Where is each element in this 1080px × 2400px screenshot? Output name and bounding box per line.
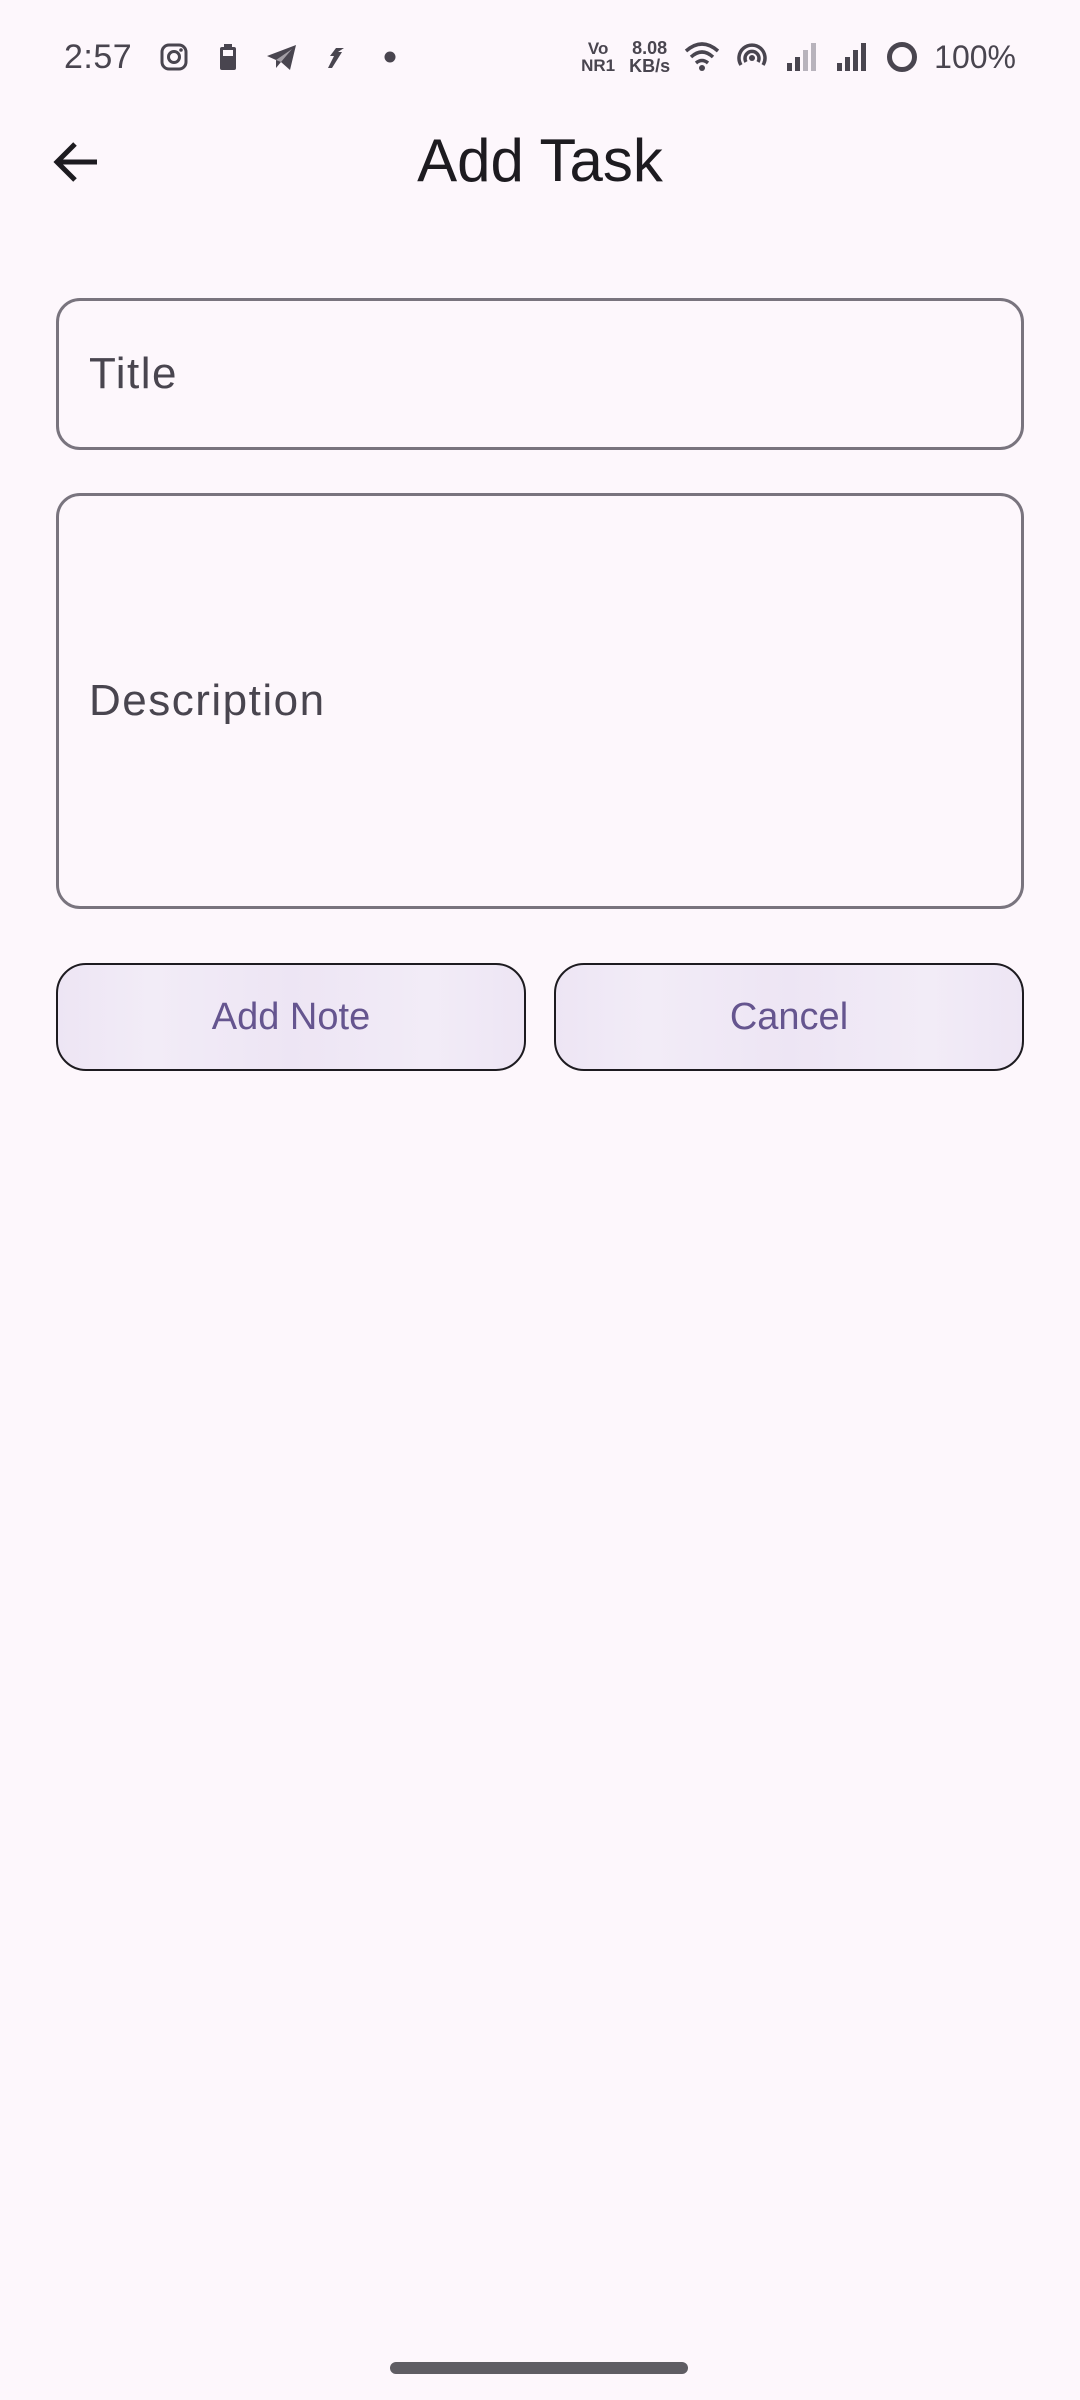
top-app-bar: Add Task xyxy=(0,112,1080,216)
network-bottom: NR1 xyxy=(581,56,616,75)
description-field[interactable]: Description xyxy=(56,493,1024,909)
speed-unit: KB/s xyxy=(629,56,671,76)
cancel-button[interactable]: Cancel xyxy=(554,963,1024,1071)
status-time: 2:57 xyxy=(64,37,133,76)
battery-percent: 100% xyxy=(934,38,1016,75)
add-task-screen: 2:57 Vo NR1 8.08 KB/s 100% Add Task Titl… xyxy=(0,0,1080,2400)
status-bar: 2:57 Vo NR1 8.08 KB/s 100% xyxy=(0,0,1080,112)
title-field[interactable]: Title xyxy=(56,298,1024,450)
description-field-label: Description xyxy=(89,676,326,725)
add-note-button[interactable]: Add Note xyxy=(56,963,526,1071)
telegram-icon xyxy=(264,39,300,75)
page-title: Add Task xyxy=(417,127,663,194)
battery-ring-icon xyxy=(884,39,920,75)
dot-icon xyxy=(372,39,408,75)
instagram-icon xyxy=(156,39,192,75)
status-left: 2:57 xyxy=(64,32,408,82)
fantasy-app-icon xyxy=(318,39,354,75)
signal-1-icon xyxy=(784,39,820,75)
signal-2-icon xyxy=(834,39,870,75)
network-type: Vo NR1 xyxy=(581,40,615,74)
gesture-navigation-bar[interactable] xyxy=(390,2362,688,2374)
speed-value: 8.08 xyxy=(632,38,668,58)
network-speed: 8.08 KB/s xyxy=(629,39,670,75)
network-top: Vo xyxy=(587,39,609,58)
title-field-label: Title xyxy=(89,349,178,398)
wifi-icon xyxy=(684,39,720,75)
status-right: Vo NR1 8.08 KB/s 100% xyxy=(581,30,1016,84)
hotspot-icon xyxy=(734,39,770,75)
battery-saver-icon xyxy=(210,39,246,75)
